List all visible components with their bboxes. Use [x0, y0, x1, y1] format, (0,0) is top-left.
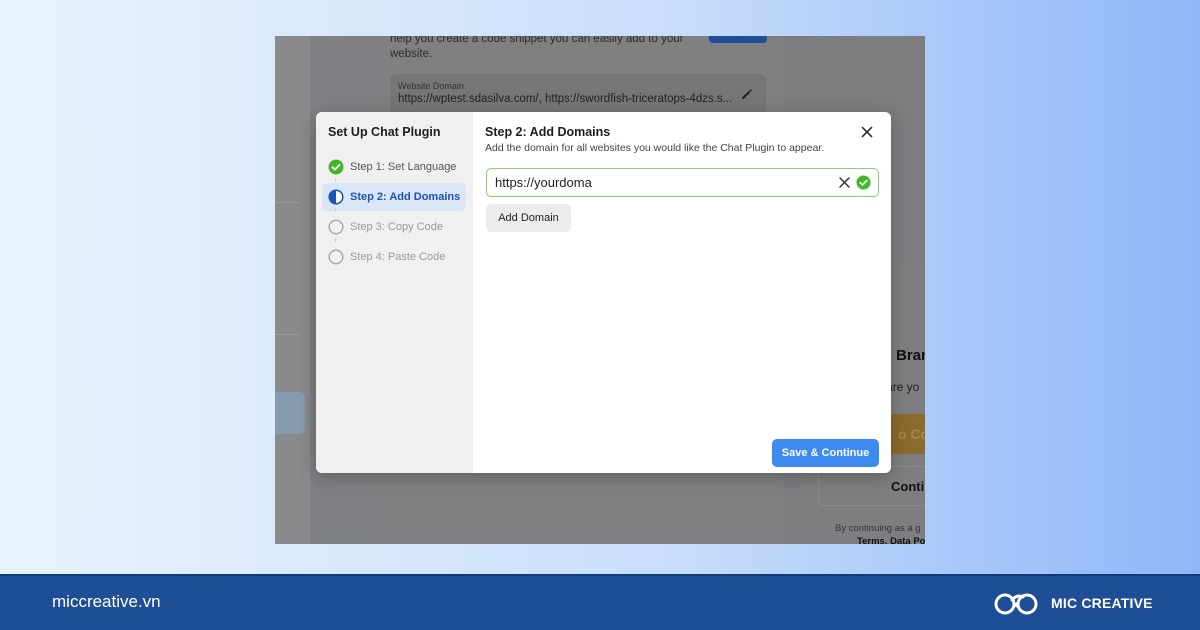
step-connector: [335, 178, 336, 182]
step-label: Step 3: Copy Code: [350, 221, 443, 233]
step-copy-code[interactable]: Step 3: Copy Code: [322, 213, 466, 241]
step-set-language[interactable]: Step 1: Set Language: [322, 153, 466, 181]
domain-input[interactable]: [495, 172, 815, 192]
empty-circle-icon: [328, 219, 344, 235]
nav-highlight: [275, 392, 305, 434]
check-circle-icon: [856, 175, 871, 190]
background-button: [709, 36, 767, 43]
background-domain-value: https://wptest.sdasilva.com/, https://sw…: [398, 93, 733, 105]
pencil-icon: [742, 89, 752, 99]
empty-circle-icon: [328, 249, 344, 265]
step-paste-code[interactable]: Step 4: Paste Code: [322, 243, 466, 271]
half-circle-icon: [328, 189, 344, 205]
step-label: Step 4: Paste Code: [350, 251, 446, 263]
background-intro-text: help you create a code snippet you can e…: [390, 36, 684, 60]
dialog-title: Step 2: Add Domains: [485, 125, 611, 139]
step-label: Step 2: Add Domains: [350, 191, 461, 203]
step-label: Step 1: Set Language: [350, 161, 457, 173]
site-url: miccreative.vn: [52, 592, 161, 611]
divider: [275, 334, 300, 335]
background-right-button: o Con: [888, 414, 925, 454]
clear-icon[interactable]: [838, 176, 851, 189]
add-domain-button[interactable]: Add Domain: [486, 204, 571, 232]
brand: MIC CREATIVE: [993, 588, 1153, 618]
step-connector: [335, 208, 336, 212]
dialog-subtitle: Add the domain for all websites you woul…: [485, 142, 825, 154]
background-domain-label: Website Domain: [398, 81, 464, 91]
brand-logo-icon: [994, 593, 1038, 615]
background-domain-box: Website Domain https://wptest.sdasilva.c…: [390, 74, 766, 114]
setup-chat-plugin-dialog: Set Up Chat Plugin Step 1: Set Language …: [316, 112, 891, 473]
step-add-domains[interactable]: Step 2: Add Domains: [322, 183, 466, 211]
footer-bar: miccreative.vn MIC CREATIVE: [0, 574, 1200, 630]
sidebar-title: Set Up Chat Plugin: [328, 125, 441, 139]
divider: [275, 202, 300, 203]
background-right-title: Bran: [896, 347, 925, 364]
background-terms: Terms, Data Po: [857, 536, 925, 544]
domain-input-field[interactable]: [486, 168, 879, 197]
step-connector: [335, 238, 336, 242]
background-footnote: By continuing as a g: [835, 523, 921, 534]
check-circle-icon: [328, 159, 344, 175]
close-icon[interactable]: [860, 125, 874, 139]
save-continue-button[interactable]: Save & Continue: [772, 439, 879, 467]
background-right-text: are yo: [886, 380, 920, 394]
brand-name: MIC CREATIVE: [1051, 595, 1153, 611]
dialog-main: Step 2: Add Domains Add the domain for a…: [473, 112, 891, 473]
steps-sidebar: Set Up Chat Plugin Step 1: Set Language …: [316, 112, 473, 473]
